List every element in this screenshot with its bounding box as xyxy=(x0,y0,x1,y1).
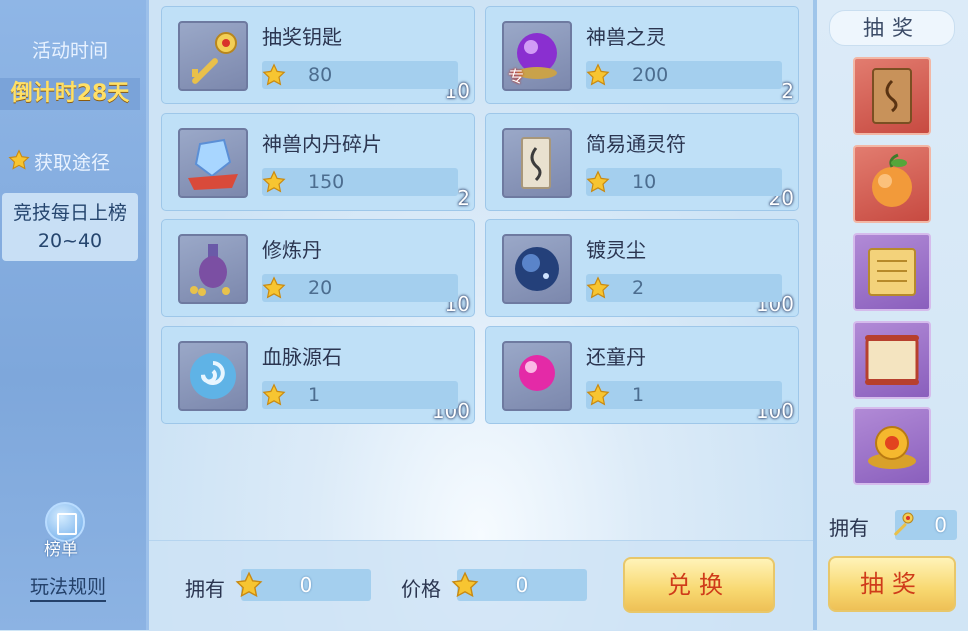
shop-item-7[interactable]: 100 血脉源石 1 xyxy=(161,326,475,424)
key-own-value: 0 xyxy=(934,513,947,537)
golden-treasure-icon xyxy=(868,426,916,469)
swirl-stone-icon xyxy=(178,341,248,411)
prize-slot-2[interactable] xyxy=(853,145,931,223)
price-value: 0 xyxy=(515,573,529,597)
star-icon xyxy=(262,383,286,407)
prize-slot-4[interactable] xyxy=(853,321,931,399)
price-bar: 2 xyxy=(586,274,782,302)
acquire-title: 获取途径 xyxy=(8,148,110,175)
acquire-title-label: 获取途径 xyxy=(34,152,111,174)
vase-icon xyxy=(178,234,248,304)
key-own-field: 0 xyxy=(894,510,957,540)
item-name: 镀灵尘 xyxy=(586,238,646,262)
exchange-button[interactable]: 兑换 xyxy=(623,557,775,613)
item-price: 1 xyxy=(632,384,645,406)
item-name: 神兽之灵 xyxy=(586,25,666,49)
item-price: 10 xyxy=(632,171,657,193)
star-icon xyxy=(8,149,30,171)
item-name: 修炼丹 xyxy=(262,238,322,262)
exchange-bar: 拥有 0 价格 0 兑换 xyxy=(149,540,813,631)
acquire-item-line1: 竞技每日上榜 xyxy=(12,202,127,224)
price-bar: 150 xyxy=(262,168,458,196)
shop-item-6[interactable]: 100 镀灵尘 2 xyxy=(485,219,799,317)
shop-item-1[interactable]: 10 抽奖钥匙 80 xyxy=(161,6,475,104)
star-icon xyxy=(262,170,286,194)
item-count: 2 xyxy=(781,79,794,103)
acquire-item[interactable]: 竞技每日上榜 20~40 xyxy=(2,193,138,261)
activity-time-title: 活动时间 xyxy=(31,40,108,62)
item-price: 80 xyxy=(308,64,333,86)
acquire-item-line2: 20~40 xyxy=(37,230,103,252)
item-price: 1 xyxy=(308,384,321,406)
price-label: 价格 xyxy=(401,577,441,601)
own-value: 0 xyxy=(299,573,313,597)
star-icon xyxy=(586,63,610,87)
star-icon xyxy=(586,170,610,194)
own-label: 拥有 xyxy=(185,577,225,601)
prize-slot-1[interactable] xyxy=(853,57,931,135)
star-icon xyxy=(262,276,286,300)
own-field: 0 xyxy=(241,569,371,601)
item-price: 200 xyxy=(632,64,669,86)
rules-link[interactable]: 玩法规则 xyxy=(30,572,107,602)
golden-scroll-icon xyxy=(868,248,916,296)
draw-button[interactable]: 抽奖 xyxy=(828,556,956,612)
star-icon xyxy=(586,383,610,407)
shop-item-3[interactable]: 2 神兽内丹碎片 150 xyxy=(161,113,475,211)
shop-item-2[interactable]: 专 2 神兽之灵 200 xyxy=(485,6,799,104)
item-name: 简易通灵符 xyxy=(586,132,686,156)
shop-item-8[interactable]: 100 还童丹 1 xyxy=(485,326,799,424)
star-icon xyxy=(586,276,610,300)
exclusive-tag: 专 xyxy=(508,67,525,86)
price-bar: 80 xyxy=(262,61,458,89)
prize-slot-5[interactable] xyxy=(853,407,931,485)
item-price: 20 xyxy=(308,277,333,299)
price-bar: 1 xyxy=(262,381,458,409)
shop-item-4[interactable]: 20 简易通灵符 10 xyxy=(485,113,799,211)
exchange-shop: 10 抽奖钥匙 80 专 2 神兽之灵 200 2 神兽内丹碎片 150 20 … xyxy=(149,0,817,631)
crystal-shard-icon xyxy=(178,128,248,198)
item-name: 抽奖钥匙 xyxy=(262,25,342,49)
key-own-label: 拥有 xyxy=(829,516,869,540)
talisman-scroll-icon xyxy=(872,68,912,124)
price-field: 0 xyxy=(457,569,587,601)
golden-key-icon xyxy=(178,21,248,91)
shop-item-5[interactable]: 10 修炼丹 20 xyxy=(161,219,475,317)
item-count: 2 xyxy=(457,186,470,210)
price-bar: 200 xyxy=(586,61,782,89)
item-name: 血脉源石 xyxy=(262,345,342,369)
purple-orb-icon: 专 xyxy=(502,21,572,91)
talisman-icon xyxy=(502,128,572,198)
dust-orb-icon xyxy=(502,234,572,304)
lottery-title: 抽奖 xyxy=(829,10,955,46)
peach-icon xyxy=(872,153,912,207)
item-name: 还童丹 xyxy=(586,345,646,369)
item-price: 150 xyxy=(308,171,345,193)
star-icon xyxy=(262,63,286,87)
price-bar: 10 xyxy=(586,168,782,196)
item-name: 神兽内丹碎片 xyxy=(262,132,382,156)
item-price: 2 xyxy=(632,277,645,299)
prize-slot-3[interactable] xyxy=(853,233,931,311)
pink-pill-icon xyxy=(502,341,572,411)
red-scroll-icon xyxy=(865,335,919,385)
left-panel: 活动时间 倒计时28天 获取途径 竞技每日上榜 20~40 榜单 玩法规则 xyxy=(0,0,149,630)
price-bar: 1 xyxy=(586,381,782,409)
lottery-panel: 抽奖 拥有 0 抽奖 xyxy=(817,0,968,630)
leaderboard-label[interactable]: 榜单 xyxy=(44,535,78,560)
countdown-text: 倒计时28天 xyxy=(0,78,140,110)
price-bar: 20 xyxy=(262,274,458,302)
